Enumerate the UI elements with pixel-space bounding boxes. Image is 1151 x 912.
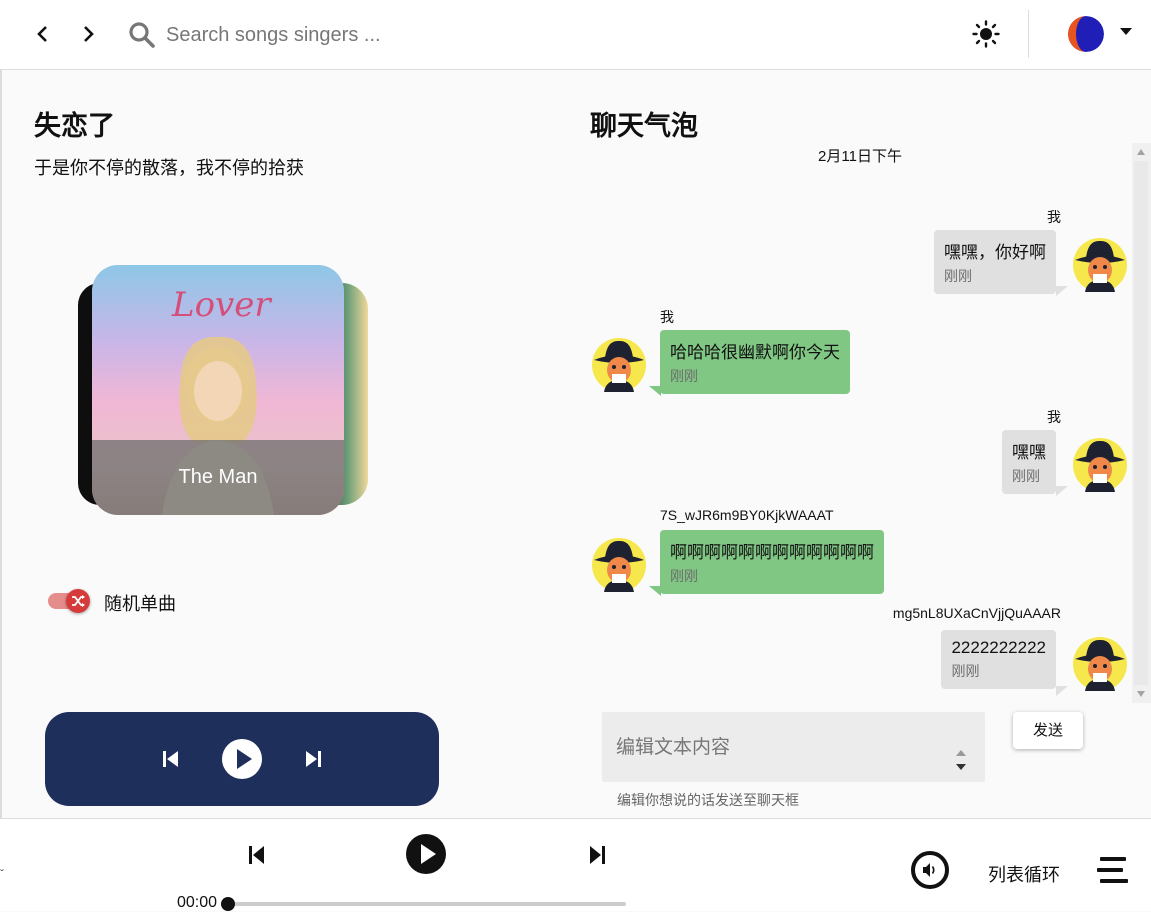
- scrollbar-thumb[interactable]: [1134, 161, 1148, 685]
- album-cover-stack[interactable]: Lover The Man: [78, 265, 378, 515]
- sun-icon: [972, 20, 1000, 48]
- song-lyric-subtitle: 于是你不停的散落，我不停的拾获: [34, 158, 304, 178]
- bubble-tail: [1056, 486, 1068, 496]
- progress-thumb[interactable]: [221, 897, 235, 911]
- send-button[interactable]: 发送: [1013, 712, 1083, 749]
- shuffle-label: 随机单曲: [104, 594, 176, 614]
- message-input-box: [602, 712, 985, 782]
- caret-down-icon[interactable]: [1120, 28, 1132, 35]
- shuffle-toggle-knob: [66, 589, 90, 613]
- loop-mode-button[interactable]: 列表循环: [988, 861, 1060, 887]
- message-bubble: 啊啊啊啊啊啊啊啊啊啊啊啊 刚刚: [660, 530, 884, 594]
- search-icon[interactable]: [128, 21, 156, 49]
- avatar-icon: [592, 338, 646, 392]
- message-bubble: 2222222222 刚刚: [941, 630, 1056, 689]
- shuffle-toggle[interactable]: [48, 589, 92, 613]
- player-bar: ˇ 00:00 列表循环: [0, 818, 1151, 911]
- now-playing-panel: 失恋了 于是你不停的散落，我不停的拾获 Lover The Man 随机单曲: [0, 70, 575, 818]
- message-text: 2222222222: [951, 638, 1046, 657]
- message-sender: 7S_wJR6m9BY0KjkWAAAT: [660, 507, 834, 523]
- search-bar: [128, 18, 548, 52]
- shuffle-icon: [72, 595, 85, 607]
- message-text: 啊啊啊啊啊啊啊啊啊啊啊啊: [670, 543, 874, 562]
- spinner-down-icon: [956, 764, 966, 770]
- edge-mark: ˇ: [0, 867, 4, 881]
- message-bubble: 嘿嘿，你好啊 刚刚: [934, 230, 1056, 294]
- message-bubble: 嘿嘿 刚刚: [1002, 430, 1056, 494]
- input-resize-spinner[interactable]: [952, 746, 970, 776]
- back-button[interactable]: [31, 22, 55, 46]
- chat-message-list[interactable]: 我 嘿嘿，你好啊 刚刚 我 哈哈哈很幽默啊你今天 刚刚 我 嘿嘿 刚刚 7S_w…: [575, 143, 1131, 703]
- chevron-right-icon: [84, 26, 94, 42]
- next-track-icon[interactable]: [303, 749, 323, 769]
- input-hint: 编辑你想说的话发送至聊天框: [617, 792, 799, 808]
- volume-icon[interactable]: [910, 850, 950, 890]
- message-text: 哈哈哈很幽默啊你今天: [670, 343, 840, 362]
- message-input[interactable]: [616, 732, 936, 768]
- message-time: 刚刚: [670, 568, 698, 584]
- message-bubble: 哈哈哈很幽默啊你今天 刚刚: [660, 330, 850, 394]
- theme-toggle-button[interactable]: [972, 20, 1000, 48]
- message-time: 刚刚: [944, 268, 972, 284]
- current-time: 00:00: [177, 894, 218, 911]
- message-text: 嘿嘿，你好啊: [944, 243, 1046, 262]
- avatar-icon: [1073, 238, 1127, 292]
- prev-track-icon[interactable]: [248, 844, 266, 866]
- scroll-up-arrow-icon[interactable]: [1137, 149, 1145, 155]
- play-icon[interactable]: [405, 833, 447, 875]
- bubble-tail: [1056, 286, 1068, 296]
- forward-button[interactable]: [76, 22, 100, 46]
- toolbar-divider: [1028, 10, 1029, 58]
- user-avatar-image: [1068, 16, 1104, 52]
- progress-bar[interactable]: [228, 902, 626, 906]
- chat-panel: 聊天气泡 2月11日下午 我 嘿嘿，你好啊 刚刚 我 哈哈哈很幽默啊你今天 刚刚…: [575, 70, 1151, 818]
- chat-title: 聊天气泡: [590, 111, 698, 141]
- message-text: 嘿嘿: [1012, 443, 1046, 462]
- bubble-tail: [1056, 686, 1068, 696]
- mini-player: [45, 712, 439, 806]
- message-time: 刚刚: [951, 663, 980, 679]
- message-time: 刚刚: [1012, 468, 1040, 484]
- song-title: 失恋了: [34, 111, 115, 141]
- top-bar: [0, 0, 1151, 70]
- spinner-up-icon: [956, 750, 966, 756]
- message-sender: mg5nL8UXaCnVjjQuAAAR: [892, 605, 1061, 621]
- playlist-icon[interactable]: [1097, 856, 1129, 884]
- message-sender: 我: [1047, 209, 1061, 225]
- message-sender: 我: [1047, 409, 1061, 425]
- avatar-icon: [1073, 637, 1127, 691]
- next-track-icon[interactable]: [588, 844, 606, 866]
- user-avatar[interactable]: [1068, 16, 1104, 52]
- search-input[interactable]: [166, 20, 546, 50]
- chevron-left-icon: [37, 26, 47, 42]
- avatar-icon: [1073, 438, 1127, 492]
- album-cover[interactable]: Lover The Man: [92, 265, 344, 515]
- chat-scrollbar[interactable]: [1132, 143, 1151, 703]
- message-time: 刚刚: [670, 368, 698, 384]
- bubble-tail: [649, 586, 661, 596]
- message-sender: 我: [660, 309, 674, 325]
- bubble-tail: [649, 386, 661, 396]
- scroll-down-arrow-icon[interactable]: [1137, 691, 1145, 697]
- prev-track-icon[interactable]: [161, 749, 181, 769]
- avatar-icon: [592, 538, 646, 592]
- album-cover-caption: The Man: [92, 440, 344, 515]
- play-icon[interactable]: [221, 738, 263, 780]
